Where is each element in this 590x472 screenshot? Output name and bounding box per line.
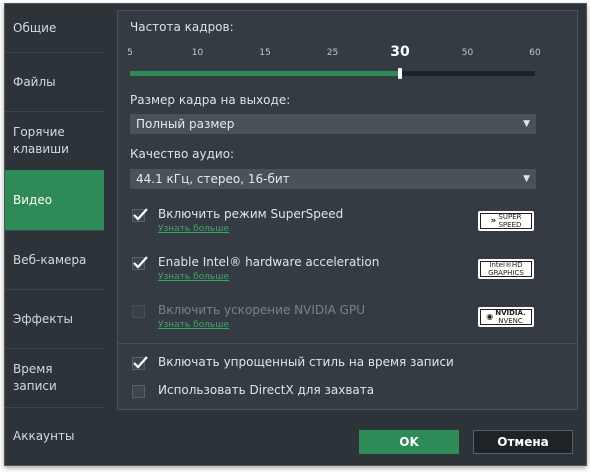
intel-hw-learn-more-link[interactable]: Узнать больше [158,272,229,282]
audio-quality-label: Качество аудио: [130,147,235,161]
sidebar-item-label: Эффекты [13,311,73,326]
nvidia-eye-icon: ◉ [486,312,494,321]
frame-rate-slider-fill [130,71,401,76]
frame-size-value: Полный размер [136,117,235,131]
superspeed-checkbox[interactable] [132,208,148,222]
checkmark-icon [133,256,148,269]
frame-rate-tick[interactable]: 5 [127,48,133,58]
sidebar-item-recording-time[interactable]: Время записи [5,348,104,407]
chevron-down-icon: ▼ [523,174,530,184]
cancel-button[interactable]: Отмена [473,430,573,454]
sidebar-item-label: Аккаунты [13,429,75,443]
sidebar-item-hotkeys[interactable]: Горячие клавиши [5,111,104,170]
checkmark-icon [133,208,148,221]
section-divider [118,343,577,344]
sidebar-item-label: Общие [13,20,57,35]
sidebar-item-label: Время записи [13,362,57,393]
directx-checkbox[interactable] [132,385,145,398]
intel-badge-line2: GRAPHICS [488,269,524,277]
directx-label[interactable]: Использовать DirectX для захвата [158,383,374,397]
sidebar-item-label: Файлы [13,74,56,89]
frame-rate-slider-thumb[interactable] [398,68,403,79]
sidebar-item-label: Веб-камера [13,252,87,267]
frame-rate-tick[interactable]: 15 [259,48,270,58]
sidebar-item-label: Горячие клавиши [13,125,69,156]
simplified-style-label[interactable]: Включать упрощенный стиль на время запис… [158,355,454,369]
sidebar-item-files[interactable]: Файлы [5,52,104,111]
chevron-down-icon: ▼ [523,119,530,129]
sidebar-item-video[interactable]: Видео [5,170,104,230]
simplified-style-checkbox[interactable] [132,356,148,370]
superspeed-badge-line2: SPEED [498,221,522,229]
nvidia-badge-line2: NVENC [498,317,523,325]
ok-button[interactable]: OK [359,430,459,454]
settings-window: Общие Файлы Горячие клавиши Видео Веб-ка… [4,3,587,466]
frame-rate-tick-selected[interactable]: 30 [390,44,409,60]
sidebar-item-effects[interactable]: Эффекты [5,289,104,348]
intel-hd-graphics-badge: Intel®HD GRAPHICS [478,259,534,279]
frame-rate-label: Частота кадров: [130,20,234,34]
sidebar-item-general[interactable]: Общие [5,4,104,52]
frame-rate-tick[interactable]: 50 [462,48,473,58]
sidebar: Общие Файлы Горячие клавиши Видео Веб-ка… [5,4,105,465]
intel-hw-label[interactable]: Enable Intel® hardware acceleration [158,255,379,269]
frame-rate-tick[interactable]: 60 [529,48,540,58]
nvidia-badge-line1: NVIDIA. [495,309,526,317]
frame-rate-slider[interactable] [130,68,535,79]
video-settings-panel: Частота кадров: 5 10 15 25 30 50 60 Разм… [117,10,578,410]
nvidia-learn-more-link[interactable]: Узнать больше [158,320,229,330]
superspeed-badge: » SUPER SPEED [478,211,534,231]
audio-quality-dropdown[interactable]: 44.1 кГц, стерео, 16-бит ▼ [130,169,536,189]
nvidia-nvenc-badge: ◉ NVIDIA. NVENC [478,307,534,327]
sidebar-item-webcam[interactable]: Веб-камера [5,230,104,289]
frame-size-dropdown[interactable]: Полный размер ▼ [130,114,536,134]
superspeed-learn-more-link[interactable]: Узнать больше [158,224,229,234]
frame-rate-tick[interactable]: 10 [192,48,203,58]
superspeed-label[interactable]: Включить режим SuperSpeed [158,207,343,221]
checkmark-icon [133,356,148,369]
frame-rate-tick[interactable]: 25 [327,48,338,58]
intel-badge-line1: Intel®HD [489,261,523,269]
superspeed-badge-line1: SUPER [498,213,522,221]
nvidia-label: Включить ускорение NVIDIA GPU [158,303,365,317]
sidebar-item-accounts[interactable]: Аккаунты [5,407,104,465]
audio-quality-value: 44.1 кГц, стерео, 16-бит [136,172,290,186]
nvidia-checkbox [132,305,145,318]
frame-rate-ticks: 5 10 15 25 30 50 60 [127,44,541,64]
sidebar-item-label: Видео [13,193,53,207]
intel-hw-checkbox[interactable] [132,256,148,270]
fast-forward-icon: » [490,216,497,226]
frame-size-label: Размер кадра на выходе: [130,93,291,107]
